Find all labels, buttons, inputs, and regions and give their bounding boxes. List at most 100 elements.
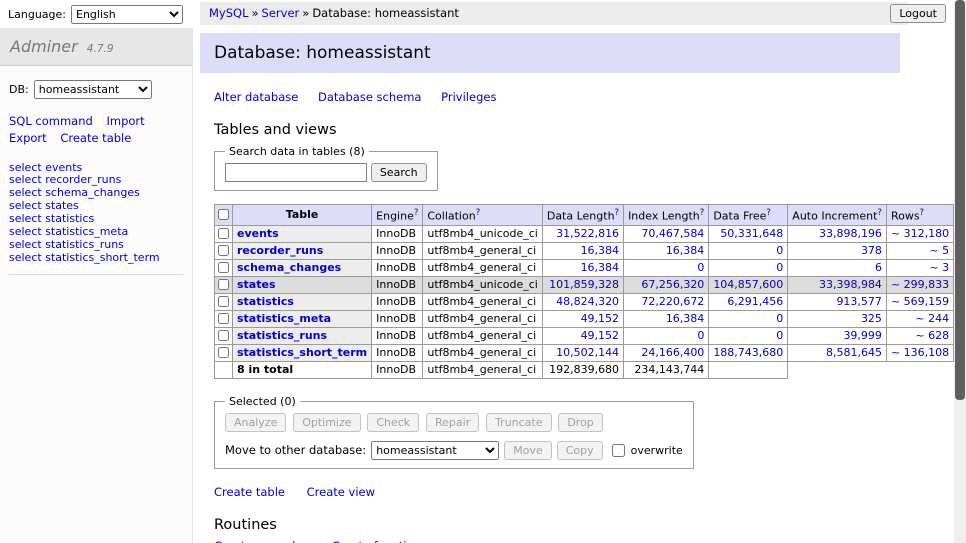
row-checkbox[interactable] xyxy=(218,347,229,358)
rows-count-link[interactable]: ~ 628 xyxy=(915,329,949,342)
db-select[interactable]: homeassistant xyxy=(34,80,152,99)
row-checkbox[interactable] xyxy=(218,245,229,256)
table-link[interactable]: statistics_meta xyxy=(45,225,128,238)
language-select[interactable]: English xyxy=(71,5,183,24)
breadcrumb-link-server[interactable]: Server xyxy=(262,6,300,20)
row-checkbox[interactable] xyxy=(218,279,229,290)
alter-database-link[interactable]: Alter database xyxy=(214,90,298,104)
index-length-link[interactable]: 0 xyxy=(697,329,704,342)
row-checkbox[interactable] xyxy=(218,313,229,324)
rows-count-link[interactable]: ~ 299,833 xyxy=(891,278,949,291)
index-length-link[interactable]: 16,384 xyxy=(666,244,705,257)
auto-increment-link[interactable]: 6 xyxy=(875,261,882,274)
optimize-button[interactable]: Optimize xyxy=(293,413,360,432)
row-checkbox[interactable] xyxy=(218,262,229,273)
index-length-link[interactable]: 70,467,584 xyxy=(641,227,704,240)
data-length-link[interactable]: 101,859,328 xyxy=(549,278,619,291)
table-name-link[interactable]: schema_changes xyxy=(237,261,341,274)
table-link[interactable]: statistics_short_term xyxy=(45,251,159,264)
rows-count-link[interactable]: ~ 569,159 xyxy=(891,295,949,308)
repair-button[interactable]: Repair xyxy=(426,413,479,432)
privileges-link[interactable]: Privileges xyxy=(441,90,496,104)
create-function-link[interactable]: Create function xyxy=(332,539,421,543)
index-length-link[interactable]: 24,166,400 xyxy=(641,346,704,359)
move-button[interactable]: Move xyxy=(504,441,552,460)
create-table-link[interactable]: Create table xyxy=(214,485,285,499)
help-icon[interactable]: ? xyxy=(615,208,620,218)
data-free-link[interactable]: 6,291,456 xyxy=(727,295,783,308)
data-free-link[interactable]: 50,331,648 xyxy=(720,227,783,240)
help-icon[interactable]: ? xyxy=(766,208,771,218)
row-checkbox[interactable] xyxy=(218,330,229,341)
rows-count-link[interactable]: ~ 3 xyxy=(929,261,949,274)
auto-increment-link[interactable]: 8,581,645 xyxy=(826,346,882,359)
help-icon[interactable]: ? xyxy=(920,208,925,218)
logout-button[interactable]: Logout xyxy=(890,4,946,23)
sidebar-link-export[interactable]: Export xyxy=(9,131,47,145)
select-link[interactable]: select xyxy=(9,238,42,251)
select-link[interactable]: select xyxy=(9,225,42,238)
data-length-link[interactable]: 31,522,816 xyxy=(556,227,619,240)
help-icon[interactable]: ? xyxy=(877,208,882,218)
table-name-link[interactable]: statistics_meta xyxy=(237,312,331,325)
data-free-link[interactable]: 0 xyxy=(776,244,783,257)
help-icon[interactable]: ? xyxy=(700,208,705,218)
index-length-link[interactable]: 0 xyxy=(697,261,704,274)
select-link[interactable]: select xyxy=(9,173,42,186)
data-free-link[interactable]: 0 xyxy=(776,329,783,342)
scrollbar-thumb[interactable] xyxy=(955,0,965,400)
table-name-link[interactable]: recorder_runs xyxy=(237,244,323,257)
table-link[interactable]: recorder_runs xyxy=(45,173,121,186)
help-icon[interactable]: ? xyxy=(414,208,419,218)
select-link[interactable]: select xyxy=(9,251,42,264)
create-view-link[interactable]: Create view xyxy=(307,485,375,499)
select-link[interactable]: select xyxy=(9,199,42,212)
data-length-link[interactable]: 16,384 xyxy=(581,261,620,274)
auto-increment-link[interactable]: 325 xyxy=(861,312,882,325)
table-name-link[interactable]: events xyxy=(237,227,279,240)
data-length-link[interactable]: 49,152 xyxy=(581,312,620,325)
check-button[interactable]: Check xyxy=(367,413,419,432)
auto-increment-link[interactable]: 33,398,984 xyxy=(819,278,882,291)
database-schema-link[interactable]: Database schema xyxy=(318,90,421,104)
create-procedure-link[interactable]: Create procedure xyxy=(214,539,314,543)
help-icon[interactable]: ? xyxy=(476,208,481,218)
index-length-link[interactable]: 67,256,320 xyxy=(641,278,704,291)
data-free-link[interactable]: 188,743,680 xyxy=(713,346,783,359)
sidebar-link-sql-command[interactable]: SQL command xyxy=(9,114,93,128)
auto-increment-link[interactable]: 913,577 xyxy=(836,295,882,308)
select-all-checkbox[interactable] xyxy=(218,209,229,220)
data-free-link[interactable]: 0 xyxy=(776,261,783,274)
rows-count-link[interactable]: ~ 244 xyxy=(915,312,949,325)
truncate-button[interactable]: Truncate xyxy=(486,413,551,432)
analyze-button[interactable]: Analyze xyxy=(225,413,286,432)
rows-count-link[interactable]: ~ 5 xyxy=(929,244,949,257)
select-link[interactable]: select xyxy=(9,212,42,225)
move-db-select[interactable]: homeassistant xyxy=(371,441,499,460)
vertical-scrollbar[interactable] xyxy=(954,0,966,543)
overwrite-checkbox[interactable] xyxy=(612,444,625,457)
search-input[interactable] xyxy=(225,163,367,182)
select-link[interactable]: select xyxy=(9,161,42,174)
table-name-link[interactable]: statistics_runs xyxy=(237,329,327,342)
data-length-link[interactable]: 10,502,144 xyxy=(556,346,619,359)
index-length-link[interactable]: 16,384 xyxy=(666,312,705,325)
copy-button[interactable]: Copy xyxy=(557,441,603,460)
table-name-link[interactable]: statistics_short_term xyxy=(237,346,367,359)
table-name-link[interactable]: states xyxy=(237,278,276,291)
table-link[interactable]: states xyxy=(45,199,79,212)
data-length-link[interactable]: 48,824,320 xyxy=(556,295,619,308)
data-length-link[interactable]: 49,152 xyxy=(581,329,620,342)
table-link[interactable]: schema_changes xyxy=(45,186,140,199)
table-link[interactable]: events xyxy=(45,161,82,174)
row-checkbox[interactable] xyxy=(218,228,229,239)
adminer-home-link[interactable]: Adminer xyxy=(10,37,78,56)
data-free-link[interactable]: 104,857,600 xyxy=(713,278,783,291)
table-link[interactable]: statistics_runs xyxy=(45,238,124,251)
index-length-link[interactable]: 72,220,672 xyxy=(641,295,704,308)
data-free-link[interactable]: 0 xyxy=(776,312,783,325)
breadcrumb-link-mysql[interactable]: MySQL xyxy=(209,6,249,20)
table-name-link[interactable]: statistics xyxy=(237,295,294,308)
auto-increment-link[interactable]: 33,898,196 xyxy=(819,227,882,240)
table-link[interactable]: statistics xyxy=(45,212,94,225)
